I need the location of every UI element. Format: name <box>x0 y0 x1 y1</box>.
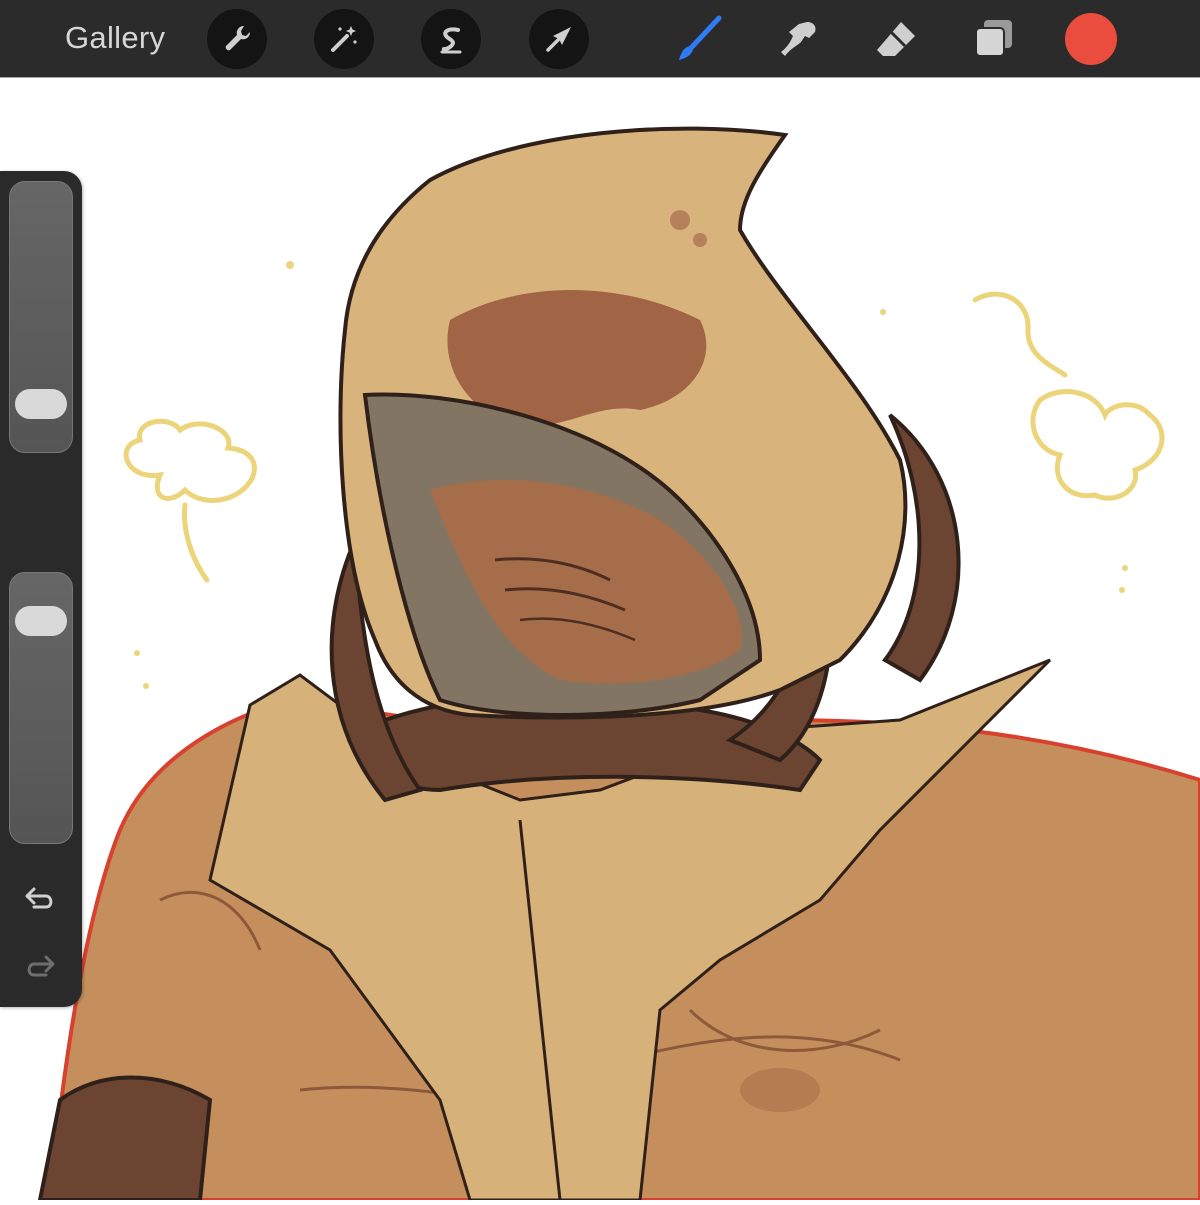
smudge-icon <box>781 22 816 56</box>
brush-button[interactable] <box>668 9 728 69</box>
drawing-canvas[interactable] <box>0 77 1200 1202</box>
color-picker-button[interactable] <box>1065 13 1117 65</box>
top-toolbar: Gallery <box>0 0 1200 77</box>
layers-icon <box>975 20 1012 57</box>
transform-button[interactable] <box>529 9 589 69</box>
sidebar <box>0 171 82 1007</box>
smudge-button[interactable] <box>768 9 828 69</box>
magic-wand-icon <box>331 26 357 52</box>
gallery-button[interactable]: Gallery <box>65 20 165 56</box>
selection-icon <box>440 27 462 54</box>
undo-button[interactable] <box>20 878 60 918</box>
brush-icon <box>679 15 722 60</box>
transform-arrow-icon <box>546 27 571 52</box>
opacity-slider[interactable] <box>9 572 73 844</box>
redo-button[interactable] <box>20 946 60 986</box>
layers-button[interactable] <box>964 9 1024 69</box>
brush-size-slider[interactable] <box>9 181 73 453</box>
artwork-illustration <box>37 126 1200 1202</box>
eraser-button[interactable] <box>866 9 926 69</box>
opacity-handle[interactable] <box>15 605 67 636</box>
wrench-icon <box>225 25 251 51</box>
brush-size-handle[interactable] <box>15 389 67 420</box>
selection-button[interactable] <box>421 9 481 69</box>
eraser-icon <box>877 22 915 56</box>
redo-icon <box>27 955 55 977</box>
actions-button[interactable] <box>207 9 267 69</box>
undo-icon <box>25 887 53 909</box>
adjustments-button[interactable] <box>314 9 374 69</box>
